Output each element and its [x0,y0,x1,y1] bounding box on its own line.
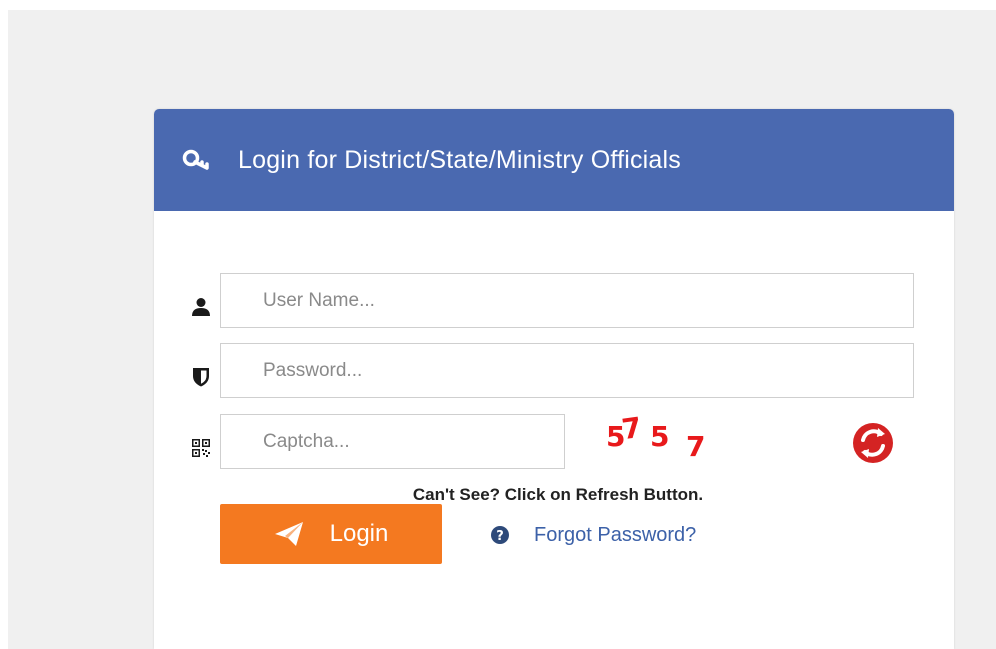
captcha-hint: Can't See? Click on Refresh Button. [412,485,704,504]
panel-header: Login for District/State/Ministry Offici… [154,109,954,211]
key-icon [182,148,216,172]
captcha-char: 7 [619,410,644,447]
login-panel: Login for District/State/Ministry Offici… [154,109,954,649]
password-input[interactable] [220,343,914,398]
captcha-input[interactable] [220,414,565,469]
panel-title: Login for District/State/Ministry Offici… [238,145,681,174]
captcha-char: 7 [686,430,706,463]
login-button-label: Login [329,520,389,547]
paper-plane-icon [274,521,304,547]
forgot-password-label: Forgot Password? [534,523,697,546]
qrcode-icon [192,439,210,457]
username-input[interactable] [220,273,914,328]
captcha-image: 5 7 5 7 [606,411,726,463]
forgot-password-link[interactable]: ? Forgot Password? [490,522,696,548]
user-icon [192,297,210,316]
refresh-icon[interactable] [850,422,896,464]
login-button[interactable]: Login [220,504,442,564]
svg-text:?: ? [496,529,504,544]
question-circle-icon: ? [490,525,510,545]
shield-icon [192,367,210,387]
captcha-char: 5 [650,420,670,453]
